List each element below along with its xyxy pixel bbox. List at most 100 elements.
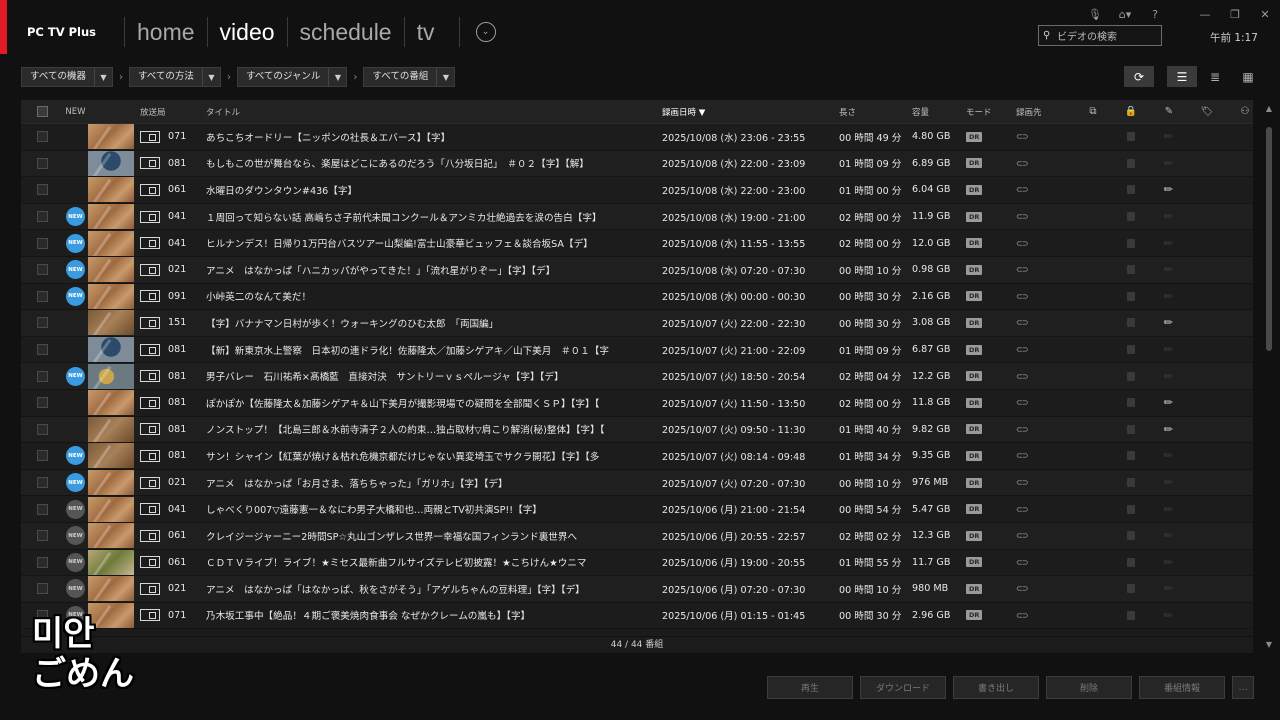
col-mode[interactable]: モード xyxy=(966,106,1016,118)
edit-icon[interactable]: ✎ xyxy=(1161,183,1177,196)
lock-icon[interactable] xyxy=(1127,424,1135,434)
edit-icon[interactable]: ✎ xyxy=(1161,423,1177,436)
row-checkbox[interactable] xyxy=(21,290,63,302)
table-row[interactable]: NEW 081 男子バレー 石川祐希×髙橋藍 直接対決 サントリーｖｓペルージャ… xyxy=(21,363,1253,390)
edit-column-icon[interactable]: ✎ xyxy=(1150,106,1188,117)
table-row[interactable]: NEW 041 ヒルナンデス！日帰り1万円台バスツアー山梨編!富士山豪華ビュッフ… xyxy=(21,230,1253,257)
tag-column-icon[interactable]: 🏷 xyxy=(1188,106,1226,117)
row-checkbox[interactable] xyxy=(21,423,63,435)
row-checkbox[interactable] xyxy=(21,184,63,196)
lock-icon[interactable] xyxy=(1127,318,1135,328)
lock-cell[interactable] xyxy=(1112,557,1150,567)
device-menu-icon[interactable]: ⌂▾ xyxy=(1110,6,1140,22)
refresh-icon[interactable]: ⟳ xyxy=(1124,66,1154,87)
mic-off-icon[interactable]: 🎙 xyxy=(1080,6,1110,22)
edit-cell[interactable]: ✎ xyxy=(1150,183,1188,196)
table-row[interactable]: NEW 091 小峠英二のなんて美だ！ 2025/10/08 (水) 00:00… xyxy=(21,283,1253,311)
row-checkbox[interactable] xyxy=(21,264,63,276)
lock-cell[interactable] xyxy=(1112,478,1150,488)
table-row[interactable]: 071 あちこちオードリー【ニッポンの社長＆エバース】【字】 2025/10/0… xyxy=(21,124,1253,151)
scroll-up-icon[interactable]: ▲ xyxy=(1264,103,1274,115)
lock-icon[interactable] xyxy=(1127,478,1135,488)
table-row[interactable]: NEW 081 サン！シャイン【紅葉が焼け＆枯れ危機京都だけじゃない異変埼玉でサ… xyxy=(21,443,1253,470)
lock-cell[interactable] xyxy=(1112,610,1150,620)
edit-cell[interactable]: ✎ xyxy=(1150,343,1188,356)
table-row[interactable]: NEW 041 １周回って知らない話 高嶋ちさ子前代未聞コンクール＆アンミカ壮絶… xyxy=(21,203,1253,231)
edit-icon[interactable]: ✎ xyxy=(1161,609,1177,622)
lock-icon[interactable] xyxy=(1127,185,1135,195)
export-button[interactable]: 書き出し xyxy=(953,676,1039,699)
lock-cell[interactable] xyxy=(1112,318,1150,328)
share-column-icon[interactable]: ⚇ xyxy=(1226,106,1264,117)
row-checkbox[interactable] xyxy=(21,131,63,143)
lock-cell[interactable] xyxy=(1112,504,1150,514)
col-title[interactable]: タイトル xyxy=(206,106,662,118)
table-row[interactable]: NEW 021 アニメ はなかっぱ「お月さま、落ちちゃった」「ガリホ」【字】【デ… xyxy=(21,469,1253,497)
filter-device-dropdown[interactable]: すべての機器 ▼ xyxy=(21,67,113,87)
lock-column-icon[interactable]: 🔒 xyxy=(1112,106,1150,117)
edit-cell[interactable]: ✎ xyxy=(1150,503,1188,516)
lock-icon[interactable] xyxy=(1127,398,1135,408)
tab-video[interactable]: video xyxy=(206,17,287,47)
row-checkbox[interactable] xyxy=(21,157,63,169)
program-info-button[interactable]: 番組情報 xyxy=(1139,676,1225,699)
compact-view-icon[interactable]: ≣ xyxy=(1200,66,1230,87)
edit-icon[interactable]: ✎ xyxy=(1161,316,1177,329)
table-row[interactable]: 081 ノンストップ！【北島三郎＆水前寺清子２人の約束…独占取材▽肩こり解消(秘… xyxy=(21,416,1253,444)
table-scrollbar[interactable]: ▲ ▼ xyxy=(1264,103,1274,651)
edit-icon[interactable]: ✎ xyxy=(1161,396,1177,409)
lock-cell[interactable] xyxy=(1112,398,1150,408)
row-checkbox[interactable] xyxy=(21,503,63,515)
edit-icon[interactable]: ✎ xyxy=(1161,237,1177,250)
lock-cell[interactable] xyxy=(1112,132,1150,142)
edit-cell[interactable]: ✎ xyxy=(1150,290,1188,303)
table-row[interactable]: 081 もしもこの世が舞台なら、楽屋はどこにあるのだろう「八分坂日記」 ＃０２【… xyxy=(21,150,1253,178)
restore-icon[interactable]: ❐ xyxy=(1220,6,1250,22)
lock-icon[interactable] xyxy=(1127,557,1135,567)
edit-icon[interactable]: ✎ xyxy=(1161,130,1177,143)
edit-icon[interactable]: ✎ xyxy=(1161,476,1177,489)
row-checkbox[interactable] xyxy=(21,317,63,329)
edit-cell[interactable]: ✎ xyxy=(1150,396,1188,409)
table-row[interactable]: 081 ぽかぽか【佐藤隆太＆加藤シゲアキ＆山下美月が撮影現場での疑問を全部聞くＳ… xyxy=(21,389,1253,417)
close-icon[interactable]: ✕ xyxy=(1250,6,1280,22)
tab-home[interactable]: home xyxy=(124,17,207,47)
minimize-icon[interactable]: — xyxy=(1190,6,1220,22)
more-actions-button[interactable]: … xyxy=(1232,676,1254,699)
edit-icon[interactable]: ✎ xyxy=(1161,503,1177,516)
lock-icon[interactable] xyxy=(1127,212,1135,222)
scroll-thumb[interactable] xyxy=(1266,127,1272,351)
row-checkbox[interactable] xyxy=(21,237,63,249)
edit-icon[interactable]: ✎ xyxy=(1161,210,1177,223)
lock-cell[interactable] xyxy=(1112,158,1150,168)
table-row[interactable]: NEW 041 しゃべくり007▽遠藤憲一＆なにわ男子大橋和也…両親とTV初共演… xyxy=(21,496,1253,523)
scroll-down-icon[interactable]: ▼ xyxy=(1264,639,1274,651)
edit-icon[interactable]: ✎ xyxy=(1161,370,1177,383)
lock-icon[interactable] xyxy=(1127,291,1135,301)
edit-cell[interactable]: ✎ xyxy=(1150,449,1188,462)
row-checkbox[interactable] xyxy=(21,477,63,489)
edit-icon[interactable]: ✎ xyxy=(1161,263,1177,276)
col-size[interactable]: 容量 xyxy=(912,106,966,118)
table-row[interactable]: NEW 071 乃木坂工事中【絶品！４期ご褒美焼肉食事会 なぜかクレームの嵐も】… xyxy=(21,602,1253,630)
edit-icon[interactable]: ✎ xyxy=(1161,343,1177,356)
lock-icon[interactable] xyxy=(1127,371,1135,381)
search-input[interactable]: ⚲ ビデオの検索 xyxy=(1038,25,1162,46)
col-channel[interactable]: 放送局 xyxy=(140,106,206,118)
edit-icon[interactable]: ✎ xyxy=(1161,556,1177,569)
row-checkbox[interactable] xyxy=(21,344,63,356)
row-checkbox[interactable] xyxy=(21,556,63,568)
table-row[interactable]: 081 【新】新東京水上警察 日本初の連ドラ化！佐藤隆太／加藤シゲアキ／山下美月… xyxy=(21,336,1253,364)
copy-column-icon[interactable]: ⧉ xyxy=(1074,106,1112,117)
lock-cell[interactable] xyxy=(1112,185,1150,195)
row-checkbox[interactable] xyxy=(21,583,63,595)
edit-cell[interactable]: ✎ xyxy=(1150,210,1188,223)
table-row[interactable]: 151 【字】バナナマン日村が歩く！ウォーキングのひむ太郎 「両国編」 2025… xyxy=(21,310,1253,337)
row-checkbox[interactable] xyxy=(21,370,63,382)
lock-cell[interactable] xyxy=(1112,345,1150,355)
edit-cell[interactable]: ✎ xyxy=(1150,556,1188,569)
select-all-checkbox[interactable] xyxy=(21,106,63,117)
edit-cell[interactable]: ✎ xyxy=(1150,263,1188,276)
lock-icon[interactable] xyxy=(1127,504,1135,514)
lock-cell[interactable] xyxy=(1112,584,1150,594)
